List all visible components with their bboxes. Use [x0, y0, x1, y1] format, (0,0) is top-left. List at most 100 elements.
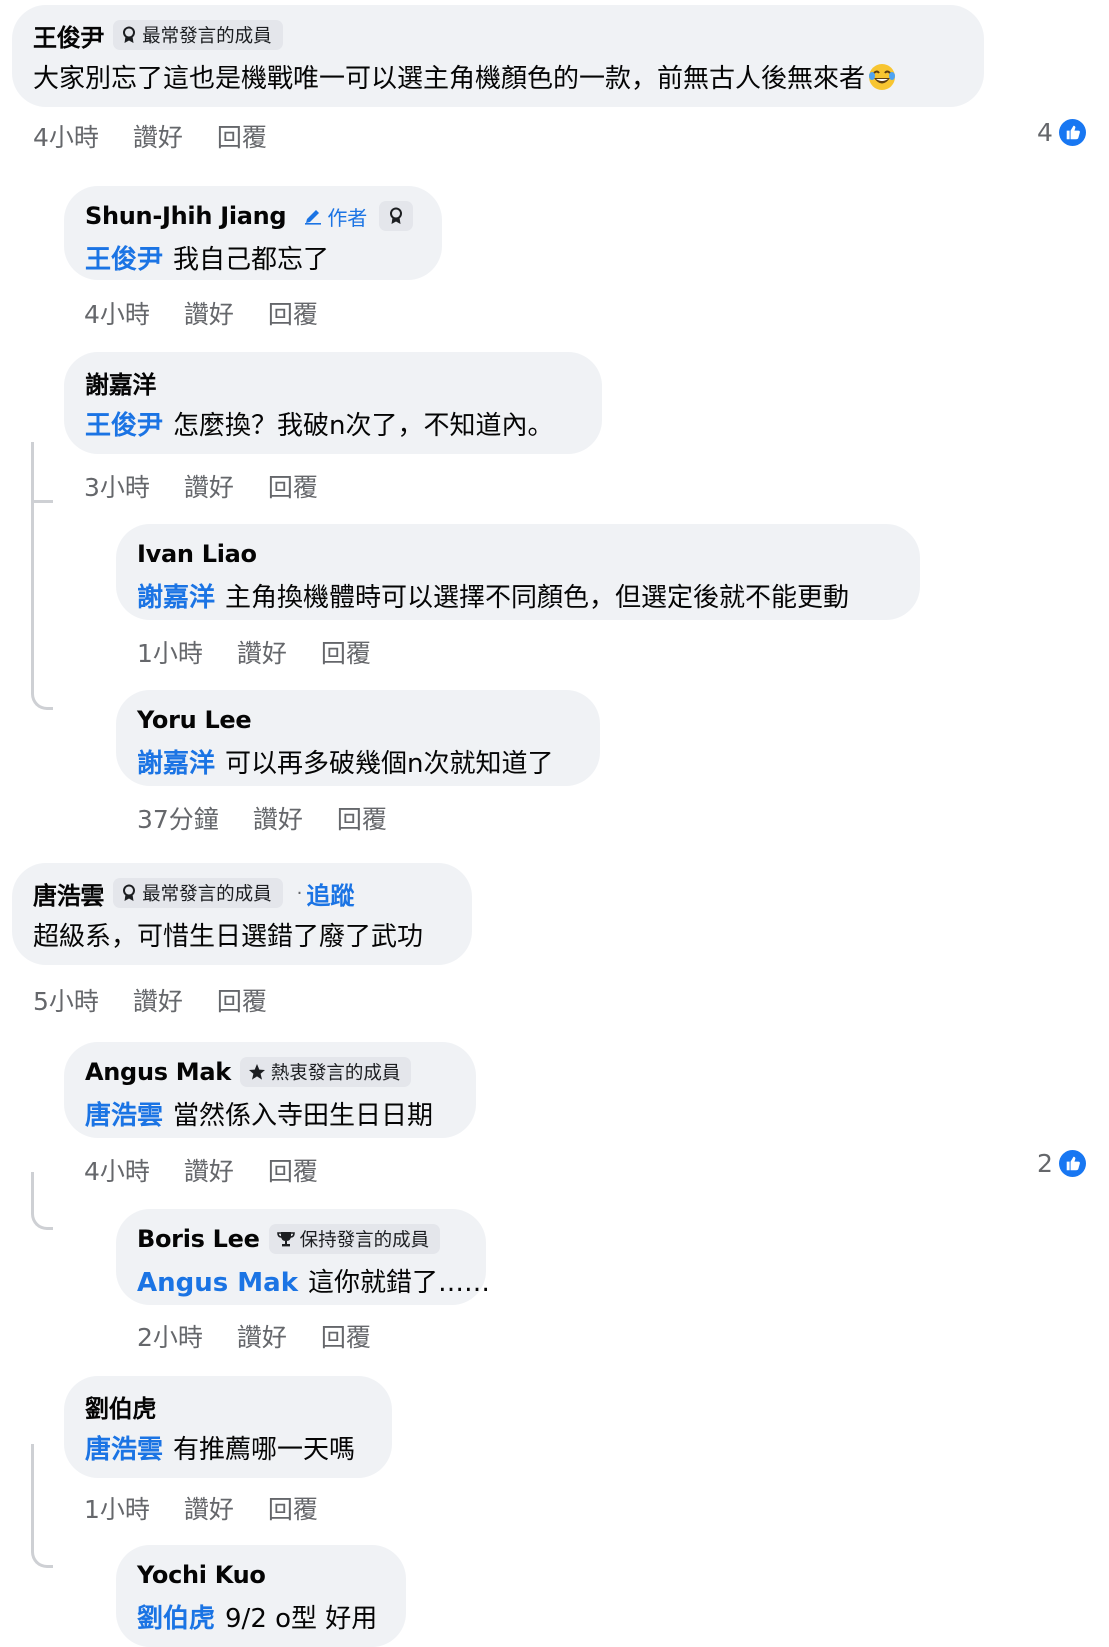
comment-text: Angus Mak 這你就錯了…… — [137, 1262, 490, 1299]
comment-actions: 5小時 讚好 回覆 — [33, 982, 267, 1018]
like-button[interactable]: 讚好 — [184, 468, 234, 504]
reaction-count-value: 2 — [1037, 1149, 1053, 1178]
comment-timestamp[interactable]: 4小時 — [84, 1152, 150, 1188]
thread-connector — [31, 1444, 53, 1568]
commenter-name[interactable]: 唐浩雲 — [33, 876, 104, 911]
reply-button[interactable]: 回覆 — [217, 982, 267, 1018]
comment-body: 怎麼換？我破n次了，不知道內。 — [173, 411, 554, 441]
comment-text: 超級系，可惜生日選錯了廢了武功 — [33, 916, 423, 953]
comment-timestamp[interactable]: 3小時 — [84, 468, 150, 504]
comment-header: Boris Lee 保持發言的成員 — [137, 1221, 441, 1257]
commenter-name[interactable]: Boris Lee — [137, 1225, 260, 1253]
comment-bubble: Shun-Jhih Jiang 作者 王俊尹 我自己都忘了 — [64, 186, 442, 280]
comment-timestamp[interactable]: 2小時 — [137, 1318, 203, 1354]
comment-timestamp[interactable]: 5小時 — [33, 982, 99, 1018]
reaction-count[interactable]: 4 — [1037, 118, 1086, 147]
member-badge[interactable] — [379, 201, 414, 231]
author-label: 作者 — [327, 205, 368, 230]
badge-label: 熱衷發言的成員 — [270, 1063, 401, 1084]
thread-connector — [31, 500, 53, 503]
comment-body: 大家別忘了這也是機戰唯一可以選主角機顏色的一款，前無古人後無來者 — [33, 64, 866, 94]
comment-text: 劉伯虎 9/2 o型 好用 — [137, 1598, 377, 1635]
reply-button[interactable]: 回覆 — [337, 800, 387, 836]
comment-bubble: Boris Lee 保持發言的成員 Angus Mak 這你就錯了…… — [116, 1209, 490, 1305]
comment-body: 9/2 o型 好用 — [225, 1604, 378, 1634]
comment-actions: 4小時 讚好 回覆 — [33, 118, 267, 154]
comment-body: 主角換機體時可以選擇不同顏色，但選定後就不能更動 — [225, 583, 850, 613]
mention-link[interactable]: 唐浩雲 — [85, 1435, 163, 1465]
badge-label: 保持發言的成員 — [299, 1230, 430, 1251]
comment-header: 劉伯虎 — [85, 1388, 156, 1424]
comment-text: 唐浩雲 當然係入寺田生日日期 — [85, 1095, 433, 1132]
comment-timestamp[interactable]: 4小時 — [84, 295, 150, 331]
comment-actions: 1小時 讚好 回覆 — [84, 1490, 318, 1526]
member-badge[interactable]: 最常發言的成員 — [113, 878, 283, 908]
comment-timestamp[interactable]: 4小時 — [33, 118, 99, 154]
follow-button[interactable]: 追蹤 — [306, 876, 354, 911]
thread-connector — [31, 1172, 53, 1230]
comment-text: 唐浩雲 有推薦哪一天嗎 — [85, 1429, 355, 1466]
commenter-name[interactable]: 王俊尹 — [33, 18, 104, 53]
mention-link[interactable]: Angus Mak — [137, 1268, 298, 1298]
member-badge[interactable]: 熱衷發言的成員 — [239, 1057, 412, 1087]
like-reaction-icon — [1058, 119, 1086, 146]
mention-link[interactable]: 劉伯虎 — [137, 1604, 215, 1634]
member-badge[interactable]: 最常發言的成員 — [113, 20, 283, 50]
mention-link[interactable]: 謝嘉洋 — [137, 583, 215, 613]
reply-button[interactable]: 回覆 — [268, 295, 318, 331]
commenter-name[interactable]: Angus Mak — [85, 1058, 231, 1086]
commenter-name[interactable]: 謝嘉洋 — [85, 365, 156, 400]
badge-ribbon-icon — [123, 26, 136, 43]
like-button[interactable]: 讚好 — [237, 634, 287, 670]
comment-actions: 4小時 讚好 回覆 — [84, 295, 318, 331]
reply-button[interactable]: 回覆 — [321, 634, 371, 670]
comment-timestamp[interactable]: 1小時 — [137, 634, 203, 670]
thread-connector — [31, 442, 53, 710]
commenter-name[interactable]: Ivan Liao — [137, 540, 257, 568]
comment-bubble: 謝嘉洋 王俊尹 怎麼換？我破n次了，不知道內。 — [64, 352, 602, 454]
comment-bubble: 王俊尹 最常發言的成員 大家別忘了這也是機戰唯一可以選主角機顏色的一款，前無古人… — [12, 5, 984, 107]
like-button[interactable]: 讚好 — [133, 118, 183, 154]
like-button[interactable]: 讚好 — [237, 1318, 287, 1354]
like-button[interactable]: 讚好 — [184, 1490, 234, 1526]
badge-ribbon-icon — [390, 207, 403, 224]
comment-timestamp[interactable]: 37分鐘 — [137, 800, 219, 836]
separator-dot: · — [296, 882, 303, 904]
mention-link[interactable]: 王俊尹 — [85, 245, 163, 275]
commenter-name[interactable]: Shun-Jhih Jiang — [85, 202, 287, 230]
comment-body: 可以再多破幾個n次就知道了 — [225, 749, 554, 779]
badge-label: 最常發言的成員 — [142, 884, 272, 905]
reply-button[interactable]: 回覆 — [268, 1152, 318, 1188]
reply-button[interactable]: 回覆 — [321, 1318, 371, 1354]
comment-timestamp[interactable]: 1小時 — [84, 1490, 150, 1526]
commenter-name[interactable]: 劉伯虎 — [85, 1389, 156, 1424]
like-button[interactable]: 讚好 — [184, 295, 234, 331]
comment-actions: 2小時 讚好 回覆 — [137, 1318, 371, 1354]
mention-link[interactable]: 謝嘉洋 — [137, 749, 215, 779]
comment-actions: 1小時 讚好 回覆 — [137, 634, 371, 670]
reply-button[interactable]: 回覆 — [268, 468, 318, 504]
comment-header: 王俊尹 最常發言的成員 — [33, 17, 283, 53]
commenter-name[interactable]: Yochi Kuo — [137, 1561, 266, 1589]
comment-bubble: Yochi Kuo 劉伯虎 9/2 o型 好用 — [116, 1545, 406, 1647]
like-button[interactable]: 讚好 — [184, 1152, 234, 1188]
like-button[interactable]: 讚好 — [133, 982, 183, 1018]
comment-body: 這你就錯了…… — [308, 1268, 491, 1298]
mention-link[interactable]: 王俊尹 — [85, 411, 163, 441]
reply-button[interactable]: 回覆 — [268, 1490, 318, 1526]
comment-text: 謝嘉洋 主角換機體時可以選擇不同顏色，但選定後就不能更動 — [137, 577, 849, 614]
comment-bubble: Ivan Liao 謝嘉洋 主角換機體時可以選擇不同顏色，但選定後就不能更動 — [116, 524, 920, 620]
like-button[interactable]: 讚好 — [253, 800, 303, 836]
comment-header: 謝嘉洋 — [85, 364, 156, 400]
comment-bubble: Angus Mak 熱衷發言的成員 唐浩雲 當然係入寺田生日日期 — [64, 1042, 476, 1138]
comment-bubble: 劉伯虎 唐浩雲 有推薦哪一天嗎 — [64, 1376, 392, 1478]
star-icon — [248, 1064, 265, 1080]
reply-button[interactable]: 回覆 — [217, 118, 267, 154]
reaction-count[interactable]: 2 — [1037, 1149, 1086, 1178]
comment-body: 我自己都忘了 — [173, 245, 330, 275]
member-badge[interactable]: 保持發言的成員 — [268, 1224, 441, 1254]
comment-actions: 4小時 讚好 回覆 — [84, 1152, 318, 1188]
commenter-name[interactable]: Yoru Lee — [137, 706, 252, 734]
like-reaction-icon — [1058, 1150, 1086, 1177]
mention-link[interactable]: 唐浩雲 — [85, 1101, 163, 1131]
